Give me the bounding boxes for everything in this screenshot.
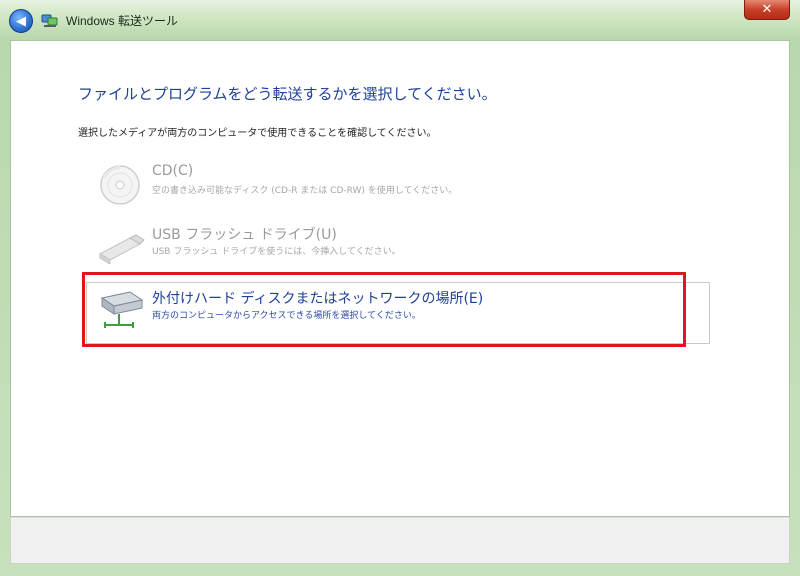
- option-usb-description: USB フラッシュ ドライブを使うには、今挿入してください。: [152, 247, 401, 257]
- option-cd-title: CD(C): [152, 163, 194, 179]
- option-usb-title: USB フラッシュ ドライブ(U): [152, 227, 337, 243]
- close-icon: ✕: [761, 2, 773, 17]
- red-highlight-box: [82, 272, 686, 347]
- title-bar: ◀ Windows 転送ツール ✕: [0, 0, 800, 40]
- window-title: Windows 転送ツール: [66, 14, 179, 28]
- page-heading: ファイルとプログラムをどう転送するかを選択してください。: [78, 85, 497, 103]
- transfer-tool-icon: [41, 14, 58, 27]
- cd-icon: [100, 165, 140, 205]
- option-cd-description: 空の書き込み可能なディスク (CD-R または CD-RW) を使用してください…: [152, 186, 458, 196]
- usb-drive-icon: [98, 234, 145, 264]
- instruction-text: 選択したメディアが両方のコンピュータで使用できることを確認してください。: [78, 128, 437, 139]
- transfer-wizard-window: ◀ Windows 転送ツール ✕ ファイルとプログラムをどう転送するかを選択し…: [0, 0, 800, 576]
- option-usb-flash-drive[interactable]: USB フラッシュ ドライブ(U) USB フラッシュ ドライブを使うには、今挿…: [96, 224, 706, 270]
- back-button[interactable]: ◀: [9, 9, 33, 33]
- close-button[interactable]: ✕: [744, 0, 790, 20]
- back-arrow-icon: ◀: [16, 13, 26, 29]
- option-cd[interactable]: CD(C) 空の書き込み可能なディスク (CD-R または CD-RW) を使用…: [96, 163, 706, 209]
- wizard-footer: [10, 517, 790, 564]
